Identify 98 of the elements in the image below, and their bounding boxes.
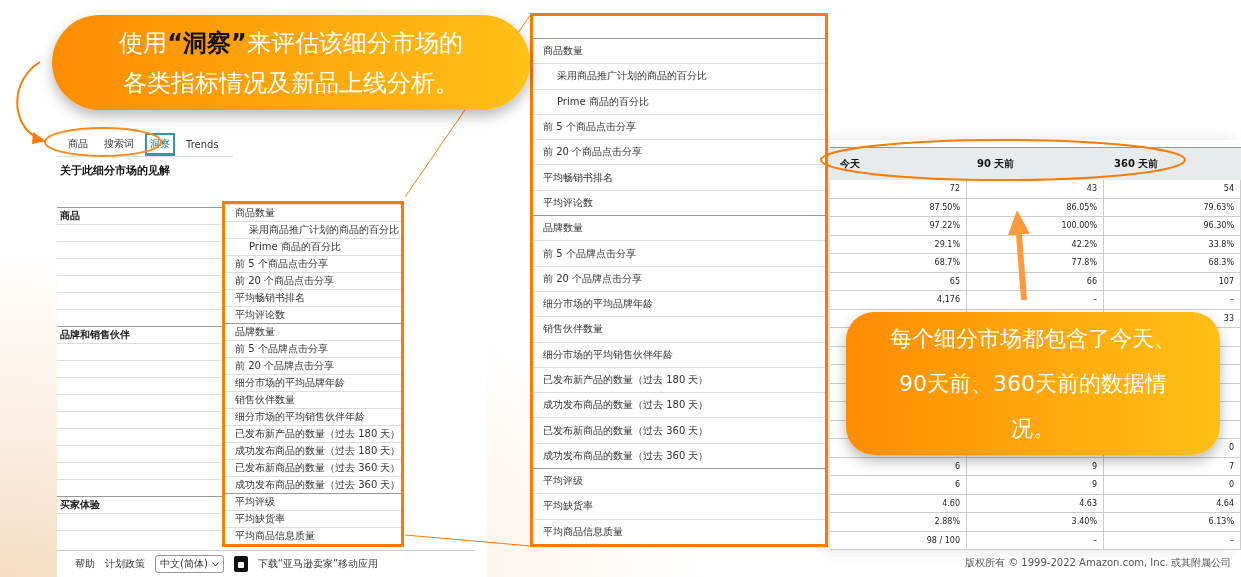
- copyright-text: 版权所有 © 1999-2022 Amazon.com, Inc. 或其附属公司: [965, 556, 1232, 570]
- app-download-link[interactable]: 下载“亚马逊卖家”移动应用: [257, 557, 379, 571]
- table-cell: 54: [1223, 184, 1234, 194]
- metric-label: 平均评级: [234, 495, 275, 509]
- table-cell: 43: [1086, 184, 1097, 194]
- table-cell: 0: [1228, 443, 1234, 453]
- metric-label: 平均商品信息质量: [542, 524, 623, 539]
- table-cell: 4.60: [942, 498, 960, 508]
- metric-label: 品牌数量: [234, 325, 275, 339]
- footer-link[interactable]: 帮助: [75, 557, 95, 571]
- table-cell: 107: [1218, 276, 1234, 286]
- metric-label: 前 5 个商品点击分享: [542, 120, 636, 135]
- tab[interactable]: 搜索词: [99, 133, 139, 155]
- metric-label: 平均畅销书排名: [542, 170, 613, 185]
- metric-label: 品牌数量: [542, 221, 583, 236]
- table-cell: 6: [954, 461, 960, 471]
- metric-label: 成功发布商品的数量（过去 180 天）: [234, 444, 401, 458]
- table-cell: –: [1093, 535, 1097, 545]
- column-header: 360 天前: [1113, 157, 1160, 171]
- table-cell: 65: [949, 276, 960, 286]
- table-cell: 79.63%: [1203, 202, 1234, 212]
- table-cell: 0: [1228, 480, 1234, 490]
- metric-label: 平均商品信息质量: [234, 529, 315, 543]
- table-cell: 33: [1223, 313, 1234, 323]
- metric-label: 采用商品推广计划的商品的百分比: [556, 69, 707, 84]
- table-cell: 33.8%: [1208, 239, 1234, 249]
- metric-label: 平均缺货率: [542, 499, 593, 514]
- tab[interactable]: Trends: [181, 134, 224, 154]
- callout-text: 使用“洞察”来评估该细分市场的 各类指标情况及新品上线分析。: [119, 27, 463, 99]
- table-cell: 2.88%: [934, 517, 960, 527]
- metric-label: 平均畅销书排名: [234, 291, 305, 305]
- table-cell: 86.05%: [1066, 202, 1097, 212]
- table-cell: 4.64: [1216, 498, 1234, 508]
- metric-label: 已发布新商品的数量（过去 360 天）: [542, 423, 709, 438]
- metric-label: 成功发布商品的数量（过去 360 天）: [542, 448, 709, 463]
- table-cell: 68.3%: [1208, 258, 1234, 268]
- metric-label: 前 20 个商品点击分享: [234, 274, 335, 288]
- page-title: 关于此细分市场的见解: [60, 163, 171, 179]
- table-cell: 9: [1091, 461, 1097, 471]
- metric-label: 前 20 个品牌点击分享: [234, 359, 335, 373]
- metric-label: Prime 商品的百分比: [556, 94, 649, 109]
- metric-label: 销售伙伴数量: [542, 322, 603, 337]
- metric-label: 已发布新商品的数量（过去 360 天）: [234, 461, 401, 475]
- section-label: 品牌和销售伙伴: [60, 328, 130, 342]
- metric-label: 细分市场的平均品牌年龄: [542, 297, 653, 312]
- metric-label: 前 20 个商品点击分享: [542, 145, 643, 160]
- metric-label: 前 5 个品牌点击分享: [542, 246, 636, 261]
- table-cell: 72: [949, 184, 960, 194]
- table-cell: 77.8%: [1071, 258, 1097, 268]
- section-label: 买家体验: [60, 498, 100, 512]
- table-cell: 96.30%: [1203, 221, 1234, 231]
- metric-label: 平均评级: [542, 474, 583, 489]
- metric-label: 成功发布商品的数量（过去 360 天）: [234, 478, 401, 492]
- column-header: 今天: [839, 157, 861, 171]
- metric-label: 商品数量: [234, 206, 275, 220]
- table-cell: 66: [1086, 276, 1097, 286]
- tab[interactable]: 商品: [63, 133, 93, 155]
- language-select[interactable]: 中文(简体): [155, 555, 224, 573]
- metric-label: 已发布新产品的数量（过去 180 天）: [542, 373, 709, 387]
- caret-icon: [211, 561, 219, 567]
- table-cell: 6: [954, 480, 960, 490]
- table-cell: 98 / 100: [926, 535, 960, 545]
- table-cell: 97.22%: [929, 221, 960, 231]
- metric-label: 商品数量: [542, 44, 583, 59]
- metric-label: 细分市场的平均品牌年龄: [234, 376, 345, 390]
- metric-label: 前 5 个商品点击分享: [234, 257, 328, 271]
- metric-label: 前 5 个品牌点击分享: [234, 342, 328, 356]
- table-cell: 87.50%: [929, 202, 960, 212]
- table-cell: –: [1093, 295, 1097, 305]
- metric-label: Prime 商品的百分比: [248, 240, 341, 254]
- table-cell: 29.1%: [934, 239, 960, 249]
- section-label: 商品: [60, 209, 80, 223]
- footer-link[interactable]: 计划政策: [105, 557, 145, 571]
- table-cell: 9: [1091, 480, 1097, 490]
- metric-label: 已发布新产品的数量（过去 180 天）: [234, 427, 401, 441]
- table-cell: 100.00%: [1061, 221, 1097, 231]
- table-cell: –: [1230, 535, 1234, 545]
- metric-label: 平均缺货率: [234, 512, 285, 526]
- metric-label: 细分市场的平均销售伙伴年龄: [542, 347, 673, 362]
- table-cell: –: [1230, 295, 1234, 305]
- metric-label: 成功发布商品的数量（过去 180 天）: [542, 398, 709, 413]
- table-cell: 3.40%: [1071, 517, 1097, 527]
- metric-label: 前 20 个品牌点击分享: [542, 271, 643, 286]
- column-header: 90 天前: [976, 157, 1016, 171]
- app-icon: [233, 556, 248, 572]
- table-cell: 6.13%: [1208, 517, 1234, 527]
- table-cell: 4.63: [1079, 498, 1097, 508]
- tab[interactable]: 洞察: [145, 132, 175, 156]
- table-cell: 68.7%: [934, 258, 960, 268]
- metric-label: 销售伙伴数量: [234, 393, 295, 407]
- metric-label: 平均评论数: [234, 308, 285, 322]
- metric-label: 平均评论数: [542, 195, 593, 210]
- callout-text: 每个细分市场都包含了今天、 90天前、360天前的数据情 况。: [890, 325, 1176, 443]
- metric-label: 采用商品推广计划的商品的百分比: [248, 223, 399, 237]
- metric-label: 细分市场的平均销售伙伴年龄: [234, 410, 365, 424]
- table-cell: 42.2%: [1071, 239, 1097, 249]
- table-cell: 4,176: [937, 295, 960, 305]
- table-cell: 7: [1228, 461, 1234, 471]
